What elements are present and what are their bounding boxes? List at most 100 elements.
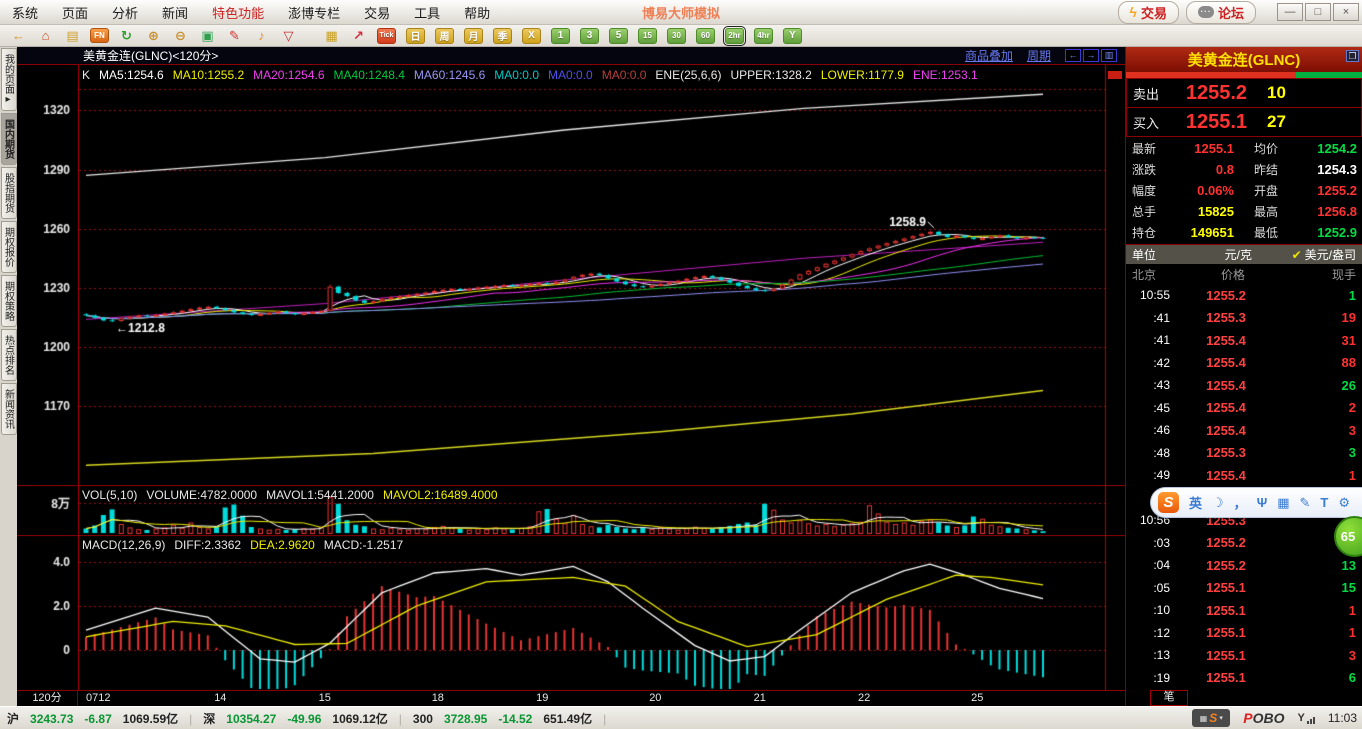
period-5min-button[interactable]: 5 <box>609 28 628 44</box>
zoom-out-icon[interactable]: ⊖ <box>171 28 190 44</box>
maximize-button[interactable]: □ <box>1305 3 1331 21</box>
lang-english-icon[interactable]: 英 <box>1189 493 1202 512</box>
menu-item-6[interactable]: 交易 <box>352 3 402 22</box>
period-link[interactable]: 周期 <box>1027 47 1051 64</box>
sidebar-tab-0[interactable]: 我的页面▸ <box>1 48 17 111</box>
trend-icon[interactable]: ↗ <box>349 28 368 44</box>
next-chart-button[interactable]: → <box>1083 49 1099 62</box>
period-week-button[interactable]: 周 <box>435 28 454 44</box>
voice-input-icon[interactable]: Ψ <box>1257 495 1268 510</box>
page-icon[interactable]: ▤ <box>63 28 82 44</box>
soft-keyboard-icon[interactable]: ▦ <box>1277 495 1289 511</box>
home-icon[interactable]: ⌂ <box>36 28 55 43</box>
period-15min-button[interactable]: 15 <box>638 28 657 44</box>
toolbox-icon[interactable]: ⚙ <box>1338 495 1350 511</box>
report-icon[interactable]: ▦ <box>322 28 341 44</box>
tab-tick-detail[interactable]: 笔 <box>1150 690 1188 706</box>
prev-chart-button[interactable]: ← <box>1065 49 1081 62</box>
main-chart-canvas[interactable] <box>17 65 1125 485</box>
menu-item-7[interactable]: 工具 <box>402 3 452 22</box>
period-tick-button[interactable]: Tick <box>377 28 396 44</box>
punctuation-icon[interactable]: ， <box>1234 493 1247 512</box>
period-30min-button[interactable]: 30 <box>667 28 686 44</box>
period-day-button[interactable]: 日 <box>406 28 425 44</box>
forum-button[interactable]: ···论坛 <box>1186 1 1256 24</box>
period-1min-button[interactable]: 1 <box>551 28 570 44</box>
tick-qty: 3 <box>1282 445 1362 460</box>
tick-qty: 1 <box>1282 468 1362 483</box>
tick-price: 1255.2 <box>1170 535 1282 550</box>
quote-row: 涨跌0.8昨结1254.3 <box>1126 159 1362 180</box>
back-icon[interactable]: ← <box>9 28 28 43</box>
x-tick-20: 20 <box>649 692 661 704</box>
draw-icon[interactable]: ✎ <box>225 28 244 44</box>
night-mode-icon[interactable]: ☽ <box>1212 495 1224 511</box>
sidebar-tab-2[interactable]: 股指期货 <box>1 167 17 219</box>
period-2hr-button[interactable]: 2hr <box>725 28 744 44</box>
menu-item-5[interactable]: 澎博专栏 <box>276 3 352 22</box>
period-60min-button[interactable]: 60 <box>696 28 715 44</box>
fn-icon[interactable]: FN <box>90 28 109 43</box>
menu-item-4[interactable]: 特色功能 <box>200 3 276 22</box>
period-4hr-button[interactable]: 4hr <box>754 28 773 44</box>
sogou-logo[interactable]: S <box>1158 492 1179 513</box>
skin-icon[interactable]: T <box>1320 495 1328 510</box>
quote-value: 1254.3 <box>1288 162 1362 177</box>
overlay-icon[interactable]: ▣ <box>198 28 217 44</box>
quote-row: 幅度0.06%开盘1255.2 <box>1126 180 1362 201</box>
main-chart-pane: KMA5:1254.6MA10:1255.2MA20:1254.6MA40:12… <box>17 65 1125 485</box>
macd-indicator-line: MACD(12,26,9)DIFF:2.3362DEA:2.9620MACD:-… <box>82 538 412 552</box>
sidebar-tab-5[interactable]: 热点排名 <box>1 329 17 381</box>
refresh-icon[interactable]: ↻ <box>117 28 136 44</box>
indicator-text: MACD:-1.2517 <box>324 538 403 552</box>
menu-item-3[interactable]: 新闻 <box>150 3 200 22</box>
status-item: 沪 <box>7 712 19 726</box>
indicator-text: MA10:1255.2 <box>173 68 244 82</box>
x-tick-0712: 0712 <box>86 692 110 704</box>
split-view-button[interactable]: ▥ <box>1101 49 1117 62</box>
main-area: 我的页面▸国内期货股指期货期权报价期权策略热点排名新闻资讯 美黄金连(GLNC)… <box>0 47 1362 706</box>
minimize-button[interactable]: — <box>1277 3 1303 21</box>
sogou-tray-icon[interactable]: ▦S▾ <box>1192 709 1230 727</box>
sidebar-tab-4[interactable]: 期权策略 <box>1 275 17 327</box>
indicator-text: ENE(25,6,6) <box>655 68 721 82</box>
overlay-link[interactable]: 商品叠加 <box>965 47 1013 64</box>
alert-icon[interactable]: ♪ <box>252 28 271 43</box>
macd-canvas[interactable] <box>17 535 1125 690</box>
quote-value: 1252.9 <box>1288 225 1362 240</box>
panel-restore-icon[interactable]: ❐ <box>1346 50 1359 62</box>
menu-item-2[interactable]: 分析 <box>100 3 150 22</box>
tick-qty: 2 <box>1282 400 1362 415</box>
menu-item-0[interactable]: 系统 <box>0 3 50 22</box>
tick-time: :10 <box>1126 603 1170 617</box>
trade-button[interactable]: ϟ交易 <box>1118 1 1179 24</box>
sogou-input-bar[interactable]: S英 ☽ ， Ψ ▦ ✎ T ⚙ <box>1150 487 1362 518</box>
signal-icon: Y <box>1298 712 1315 724</box>
period-quarter-button[interactable]: 季 <box>493 28 512 44</box>
status-item: | <box>399 712 402 726</box>
tick-price: 1255.1 <box>1170 580 1282 595</box>
sidebar-tab-3[interactable]: 期权报价 <box>1 221 17 273</box>
filter-icon[interactable]: ▽ <box>279 28 298 44</box>
sidebar-tab-1[interactable]: 国内期货 <box>1 113 17 165</box>
ask-row[interactable]: 卖出 1255.2 10 <box>1126 78 1362 108</box>
close-button[interactable]: × <box>1333 3 1359 21</box>
unit-row[interactable]: 单位 元/克 ✔美元/盎司 <box>1126 244 1362 264</box>
unit-usd[interactable]: ✔美元/盎司 <box>1292 246 1362 263</box>
bid-row[interactable]: 买入 1255.1 27 <box>1126 107 1362 137</box>
tick-price: 1255.4 <box>1170 378 1282 393</box>
chart-links: 商品叠加 周期 ←→▥ <box>965 47 1125 64</box>
handwriting-icon[interactable]: ✎ <box>1300 495 1311 511</box>
zoom-in-icon[interactable]: ⊕ <box>144 28 163 44</box>
period-year-button[interactable]: Y <box>783 28 802 44</box>
unit-label: 单位 <box>1126 246 1186 263</box>
period-custom-button[interactable]: X <box>522 28 541 44</box>
tick-price: 1255.1 <box>1170 603 1282 618</box>
tick-price: 1255.2 <box>1170 288 1282 303</box>
menu-item-1[interactable]: 页面 <box>50 3 100 22</box>
menu-item-8[interactable]: 帮助 <box>452 3 502 22</box>
sidebar-tab-6[interactable]: 新闻资讯 <box>1 383 17 435</box>
period-3min-button[interactable]: 3 <box>580 28 599 44</box>
tick-time: :48 <box>1126 446 1170 460</box>
period-month-button[interactable]: 月 <box>464 28 483 44</box>
